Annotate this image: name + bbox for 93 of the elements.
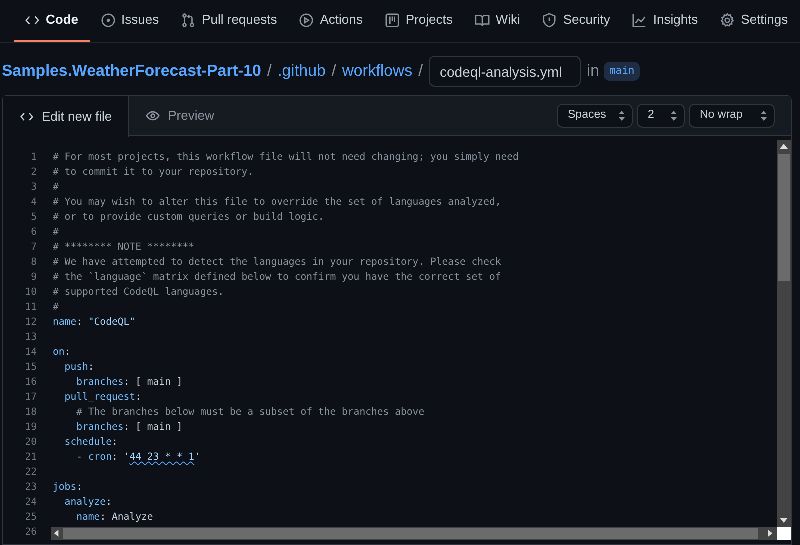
breadcrumb-link[interactable]: .github bbox=[278, 60, 326, 84]
code-line: - cron: '44 23 * * 1' bbox=[76, 451, 200, 465]
repo-tab[interactable]: Issues bbox=[90, 0, 170, 42]
line-number: 7 bbox=[30, 241, 37, 255]
sort-caret-icon bbox=[670, 110, 678, 122]
down-arrow-icon[interactable] bbox=[780, 518, 788, 523]
line-number: 19 bbox=[24, 421, 37, 435]
select-field[interactable]: No wrap bbox=[689, 104, 775, 128]
code-line: name: Analyze bbox=[76, 511, 154, 525]
code-line: # We have attempted to detect the languages in your repository. Please check bbox=[53, 256, 502, 270]
pull-request-icon bbox=[181, 12, 196, 28]
code-line: # bbox=[53, 181, 59, 195]
book-icon bbox=[474, 12, 490, 28]
sort-caret-icon bbox=[618, 110, 626, 122]
up-arrow-icon[interactable] bbox=[780, 144, 788, 149]
select-field[interactable]: Spaces bbox=[557, 104, 633, 128]
graph-icon bbox=[632, 12, 648, 28]
horizontal-scrollbar[interactable] bbox=[51, 527, 777, 540]
editor-tab[interactable]: Preview bbox=[129, 96, 232, 136]
breadcrumb-link[interactable]: workflows bbox=[342, 60, 413, 84]
editor-tab[interactable]: Edit new file bbox=[3, 96, 130, 137]
code-line: name: "CodeQL" bbox=[53, 316, 136, 330]
line-number: 8 bbox=[30, 256, 37, 270]
code-line: on: bbox=[53, 346, 71, 360]
line-number: 23 bbox=[24, 481, 37, 495]
line-number: 12 bbox=[24, 316, 37, 330]
repo-tab[interactable]: Security bbox=[531, 0, 622, 42]
repo-tab[interactable]: Insights bbox=[621, 0, 710, 42]
code-line: # ******** NOTE ******** bbox=[53, 241, 195, 255]
repo-tab[interactable]: Settings bbox=[709, 0, 800, 42]
file-name-field[interactable]: codeql-analysis.yml bbox=[429, 56, 582, 87]
line-number: 4 bbox=[30, 196, 37, 210]
select-field[interactable]: 2 bbox=[637, 104, 685, 128]
line-number: 13 bbox=[24, 331, 37, 345]
repo-tab[interactable]: Code bbox=[14, 0, 90, 42]
line-number: 2 bbox=[30, 166, 37, 180]
repo-tab[interactable]: Wiki bbox=[464, 0, 532, 42]
code-line: analyze: bbox=[64, 496, 112, 510]
code-line: # The branches below must be a subset of the branches above bbox=[76, 406, 425, 420]
line-number: 24 bbox=[24, 496, 37, 510]
circle-dot-icon bbox=[100, 12, 116, 28]
breadcrumb-link[interactable]: Samples.WeatherForecast-Part-10 bbox=[2, 60, 262, 84]
in-label: in bbox=[587, 62, 600, 82]
scrollbar-thumb[interactable] bbox=[63, 528, 758, 539]
code-line: # or to provide custom queries or build logic. bbox=[53, 211, 324, 225]
line-number: 11 bbox=[24, 301, 37, 315]
repo-tab[interactable]: Pull requests bbox=[170, 0, 288, 42]
line-number: 18 bbox=[24, 406, 37, 420]
code-line: # to commit it to your repository. bbox=[53, 166, 254, 180]
code-line: push: bbox=[64, 361, 94, 375]
code-line: pull_request: bbox=[64, 391, 142, 405]
play-circle-icon bbox=[299, 12, 314, 28]
line-number: 17 bbox=[24, 391, 37, 405]
line-number: 22 bbox=[24, 466, 37, 480]
eye-icon bbox=[146, 109, 160, 123]
line-number: 1 bbox=[30, 151, 37, 165]
line-number: 21 bbox=[24, 451, 37, 465]
gear-icon bbox=[720, 12, 736, 28]
line-number: 5 bbox=[30, 211, 37, 225]
path-separator: / bbox=[267, 62, 272, 82]
table-icon bbox=[384, 12, 400, 28]
code-line: schedule: bbox=[64, 436, 118, 450]
line-number: 3 bbox=[30, 181, 37, 195]
line-number: 20 bbox=[24, 436, 37, 450]
line-number: 15 bbox=[24, 361, 37, 375]
left-arrow-icon[interactable] bbox=[54, 530, 59, 537]
path-separator: / bbox=[332, 62, 336, 82]
code-line: # the `language` matrix defined below to confirm you have the correct set of bbox=[53, 271, 502, 285]
line-number: 26 bbox=[24, 526, 37, 540]
code-line: # supported CodeQL languages. bbox=[53, 286, 224, 300]
line-number: 6 bbox=[30, 226, 37, 240]
line-number: 16 bbox=[24, 376, 37, 390]
right-arrow-icon[interactable] bbox=[768, 530, 773, 537]
sort-caret-icon bbox=[760, 110, 768, 122]
code-line: # For most projects, this workflow file will not need changing; you simply need bbox=[53, 151, 519, 165]
code-line: jobs: bbox=[53, 481, 82, 495]
shield-icon bbox=[542, 12, 558, 28]
repo-tab[interactable]: Actions bbox=[288, 0, 374, 42]
repo-tab[interactable]: Projects bbox=[374, 0, 464, 42]
code-line: branches: [ main ] bbox=[76, 421, 183, 435]
branch-label: main bbox=[604, 62, 640, 82]
scrollbar-corner bbox=[777, 527, 791, 540]
scrollbar-thumb[interactable] bbox=[778, 154, 790, 281]
line-number: 10 bbox=[24, 286, 37, 300]
line-number: 9 bbox=[30, 271, 37, 285]
code-line: # bbox=[53, 301, 59, 315]
line-number: 25 bbox=[24, 511, 37, 525]
vertical-scrollbar[interactable] bbox=[777, 140, 791, 527]
code-line: branches: [ main ] bbox=[76, 376, 183, 390]
code-line: # You may wish to alter this file to override the set of languages analyzed, bbox=[53, 196, 502, 210]
line-number: 14 bbox=[24, 346, 37, 360]
path-separator: / bbox=[418, 62, 424, 82]
code-line: # bbox=[53, 226, 59, 240]
